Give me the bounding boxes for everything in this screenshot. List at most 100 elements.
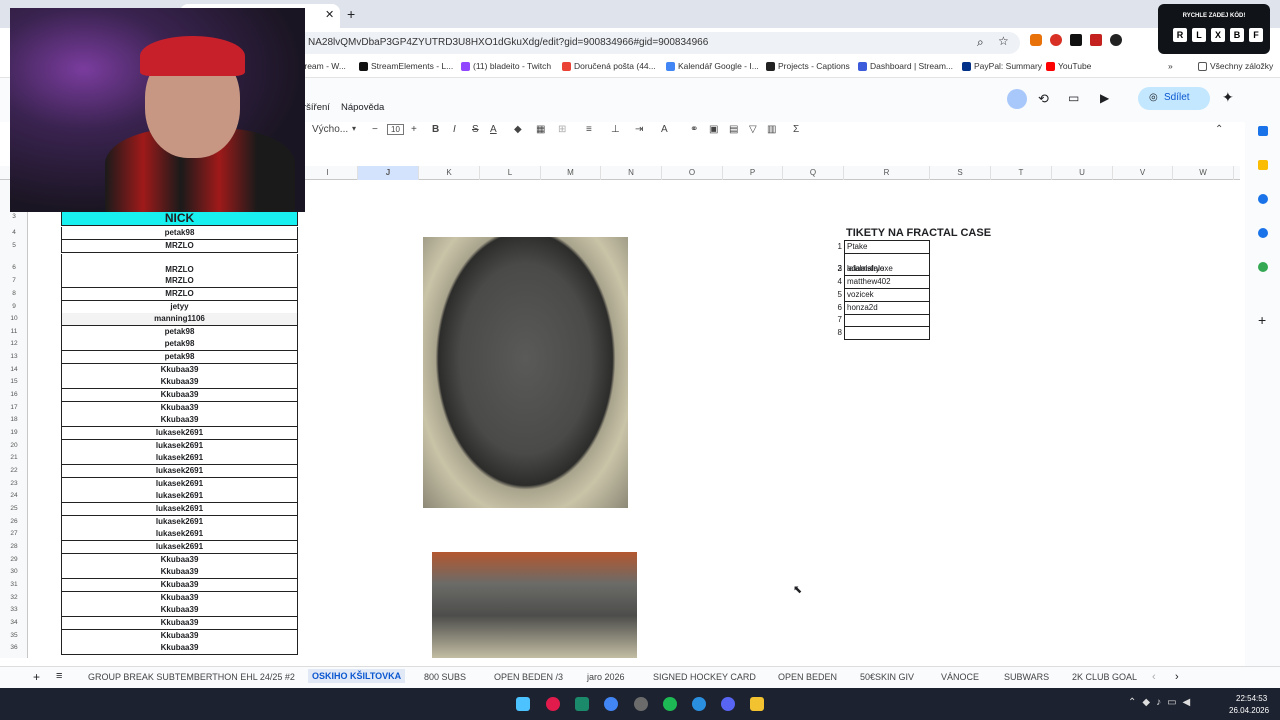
decrease-font-icon[interactable]: − [372,124,378,135]
row-number[interactable]: 34 [0,619,28,626]
sheet-tab[interactable]: OSKIHO KŠILTOVKA [308,669,406,683]
row-number[interactable]: 19 [0,429,28,436]
bookmark-item[interactable]: Doručená pošta (44... [562,61,656,71]
valign-icon[interactable]: ⊥ [611,124,620,135]
column-header[interactable]: V [1113,166,1173,180]
zoom-icon[interactable]: ⌕ [977,35,984,50]
spotify-icon[interactable] [663,697,677,711]
ticket-cell[interactable] [844,314,930,327]
row-number[interactable]: 29 [0,556,28,563]
column-header[interactable]: N [601,166,662,180]
bold-icon[interactable]: B [432,124,439,135]
row-number[interactable]: 28 [0,543,28,550]
row-number[interactable]: 11 [0,328,28,335]
sheet-tab[interactable]: OPEN BEDEN [778,672,837,682]
sheet-tab[interactable]: jaro 2026 [587,672,625,682]
row-number[interactable]: 10 [0,315,28,322]
column-header[interactable]: R [844,166,930,180]
nick-cell[interactable]: Kkubaa39 [61,376,298,389]
row-number[interactable]: 14 [0,366,28,373]
nick-cell[interactable]: Kkubaa39 [61,617,298,630]
column-header[interactable]: M [541,166,601,180]
keep-icon[interactable] [1258,160,1268,170]
row-number[interactable]: 8 [0,290,28,297]
sheet-tab[interactable]: 800 SUBS [424,672,466,682]
row-number[interactable]: 13 [0,353,28,360]
row-number[interactable]: 30 [0,568,28,575]
sheet-tab[interactable]: VÁNOCE [941,672,979,682]
column-header[interactable]: L [480,166,541,180]
nick-cell[interactable]: MRZLO [61,275,298,288]
row-number[interactable]: 5 [0,242,28,249]
tasks-icon[interactable] [1258,194,1268,204]
sheet-tab[interactable]: GROUP BREAK SUBTEMBERTHON EHL 24/25 #2 [88,672,295,682]
wrap-icon[interactable]: ⇥ [635,124,643,135]
ticket-number[interactable]: 1 [826,242,842,251]
obs-icon[interactable] [634,697,648,711]
strikethrough-icon[interactable]: S [472,124,479,135]
new-tab-button[interactable]: + [347,6,355,22]
nick-cell[interactable]: MRZLO [61,240,298,253]
nick-cell[interactable]: petak98 [61,338,298,351]
link-icon[interactable]: ⚭ [690,124,698,135]
column-header[interactable]: P [723,166,783,180]
gemini-icon[interactable]: ✦ [1222,89,1234,106]
row-number[interactable]: 36 [0,644,28,651]
filter-icon[interactable]: ▽ [749,124,757,135]
row-number[interactable]: 35 [0,632,28,639]
row-number[interactable]: 18 [0,416,28,423]
nick-cell[interactable]: Kkubaa39 [61,566,298,579]
row-number[interactable]: 3 [0,213,28,220]
maps-icon[interactable] [1258,262,1268,272]
clock-date[interactable]: 26.04.2026 [1229,706,1269,715]
contacts-icon[interactable] [1258,228,1268,238]
nick-cell[interactable]: lukasek2691 [61,528,298,541]
ticket-number[interactable]: 7 [826,315,842,324]
cap-photo[interactable] [423,237,628,508]
menu-help[interactable]: Nápověda [341,102,384,113]
bookmark-item[interactable]: (11) bladeito - Twitch [461,61,551,71]
row-number[interactable]: 16 [0,391,28,398]
nick-cell[interactable]: petak98 [61,351,298,364]
ticket-cell[interactable]: vozicek [844,289,930,302]
row-number[interactable]: 31 [0,581,28,588]
meet-icon[interactable] [1007,89,1027,109]
fill-color-icon[interactable]: ◆ [514,124,522,135]
row-number[interactable]: 25 [0,505,28,512]
bookmark-item[interactable]: PayPal: Summary [962,61,1042,71]
scroll-tabs-right-icon[interactable]: › [1175,671,1179,683]
ticket-cell[interactable] [844,327,930,340]
ticket-number[interactable]: 4 [826,277,842,286]
video-call-icon[interactable]: ▶ [1100,91,1109,105]
all-sheets-icon[interactable]: ≡ [56,670,62,682]
extension-icon[interactable] [1110,34,1122,46]
row-number[interactable]: 33 [0,606,28,613]
chevron-down-icon[interactable]: ▾ [352,124,356,133]
history-icon[interactable]: ⟲ [1038,91,1049,107]
close-tab-icon[interactable]: ✕ [325,8,334,21]
bookmark-item[interactable]: tream - W... [302,61,346,71]
app-icon[interactable] [575,697,589,711]
bookmark-item[interactable]: Projects - Captions [766,61,850,71]
align-icon[interactable]: ≡ [586,124,592,135]
ticket-cell[interactable]: matthew402 [844,276,930,289]
bookmark-star-icon[interactable]: ☆ [998,34,1009,48]
row-number[interactable]: 12 [0,340,28,347]
nick-cell[interactable]: lukasek2691 [61,490,298,503]
column-header[interactable]: Q [783,166,844,180]
start-icon[interactable] [516,697,530,711]
app-icon[interactable] [546,697,560,711]
row-number[interactable]: 32 [0,594,28,601]
functions-icon[interactable]: Σ [793,124,799,135]
chrome-icon[interactable] [604,697,618,711]
nick-cell[interactable]: Kkubaa39 [61,389,298,402]
add-addon-icon[interactable]: + [1258,312,1266,328]
ticket-number[interactable]: 6 [826,303,842,312]
sheet-tab[interactable]: SIGNED HOCKEY CARD [653,672,756,682]
calendar-icon[interactable] [1258,126,1268,136]
comments-icon[interactable]: ▭ [1068,91,1079,105]
sheet-tab[interactable]: 50€SKIN GIV [860,672,914,682]
row-number[interactable]: 22 [0,467,28,474]
row-number[interactable]: 20 [0,442,28,449]
nick-cell[interactable]: Kkubaa39 [61,604,298,617]
